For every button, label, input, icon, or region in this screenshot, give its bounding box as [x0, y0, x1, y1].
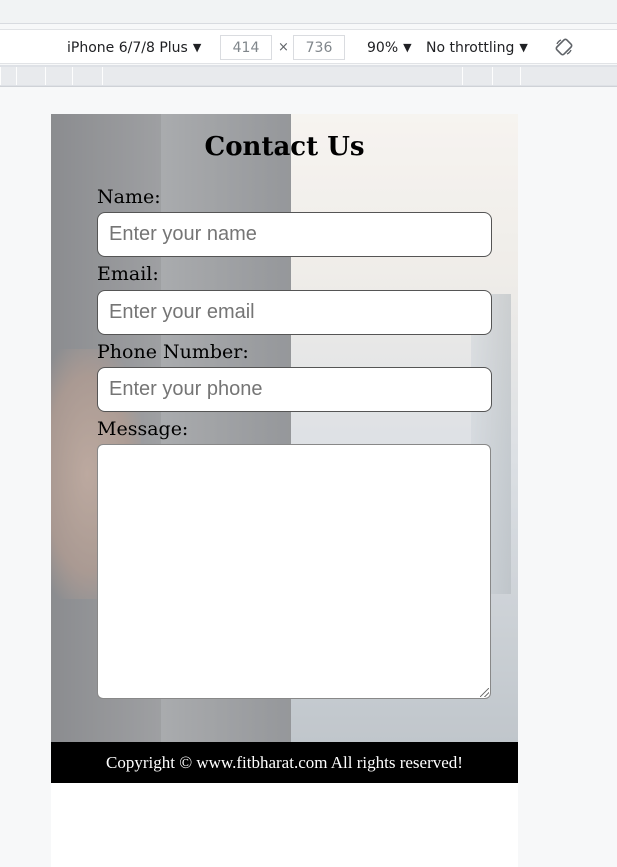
- chevron-down-icon: ▼: [192, 41, 202, 54]
- phone-label: Phone Number:: [97, 341, 249, 363]
- contact-section: Contact Us Name: Email: Phone Number: Me…: [51, 114, 518, 742]
- name-label: Name:: [97, 186, 161, 208]
- media-query-segment[interactable]: [492, 67, 520, 85]
- media-query-segment[interactable]: [16, 67, 45, 85]
- dimension-separator: ×: [278, 40, 289, 55]
- media-query-segment[interactable]: [72, 67, 102, 85]
- device-select-label: iPhone 6/7/8 Plus: [67, 39, 188, 56]
- throttling-select-label: No throttling: [426, 39, 515, 56]
- throttling-select[interactable]: No throttling ▼: [426, 30, 528, 65]
- email-label: Email:: [97, 263, 159, 285]
- footer: Copyright © www.fitbharat.com All rights…: [51, 742, 518, 783]
- device-toolbar: iPhone 6/7/8 Plus ▼ 414 × 736 90% ▼ No t…: [0, 29, 617, 64]
- chevron-down-icon: ▼: [403, 41, 412, 54]
- media-query-bar: [0, 65, 617, 87]
- message-textarea[interactable]: [97, 444, 491, 699]
- phone-input[interactable]: [97, 367, 492, 412]
- message-label: Message:: [97, 418, 189, 440]
- device-select[interactable]: iPhone 6/7/8 Plus ▼: [67, 30, 201, 65]
- resize-handle-icon[interactable]: [480, 688, 489, 697]
- rotate-icon[interactable]: [555, 38, 573, 56]
- email-input[interactable]: [97, 290, 492, 335]
- footer-copyright: Copyright © www.fitbharat.com All rights…: [106, 752, 463, 772]
- page-title: Contact Us: [204, 132, 365, 162]
- media-query-segment[interactable]: [102, 67, 462, 85]
- chevron-down-icon: ▼: [519, 41, 528, 54]
- media-query-segment[interactable]: [462, 67, 492, 85]
- viewport-width-input[interactable]: 414: [220, 35, 272, 60]
- media-query-segment[interactable]: [45, 67, 72, 85]
- name-input[interactable]: [97, 212, 492, 257]
- browser-tab-strip: [0, 0, 617, 24]
- zoom-select[interactable]: 90% ▼: [367, 30, 412, 65]
- zoom-select-label: 90%: [367, 39, 399, 56]
- viewport-height-input[interactable]: 736: [293, 35, 345, 60]
- media-query-segment[interactable]: [0, 67, 16, 85]
- device-viewport: Contact Us Name: Email: Phone Number: Me…: [51, 114, 518, 867]
- media-query-segment[interactable]: [520, 67, 617, 85]
